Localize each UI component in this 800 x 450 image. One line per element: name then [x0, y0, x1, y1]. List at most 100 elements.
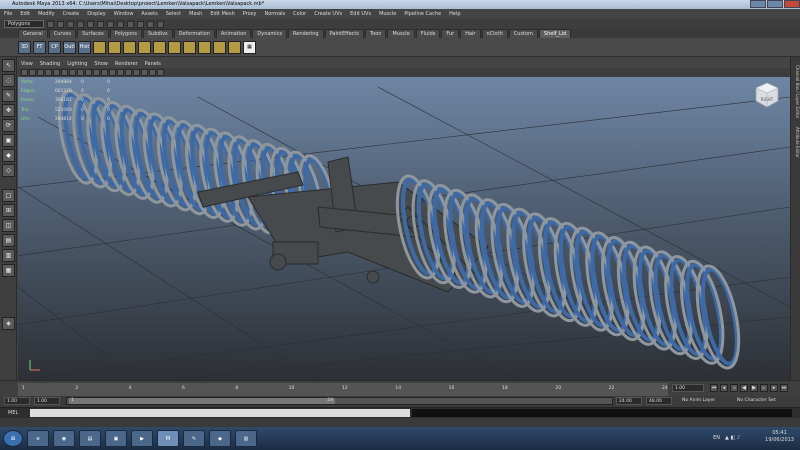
anim-layer-select[interactable]: No Anim Layer — [680, 397, 730, 405]
shelf-tab-rendering[interactable]: Rendering — [288, 29, 324, 38]
shelf-tool-icon[interactable] — [198, 40, 211, 54]
checker-icon[interactable]: ▦ — [243, 40, 256, 54]
viewcube[interactable]: RIGHT — [754, 81, 780, 109]
ipr-render-icon[interactable] — [147, 20, 154, 28]
shelf-tab-shelf_lid[interactable]: Shelf_Lid — [538, 29, 572, 38]
explorer-icon[interactable]: ▤ — [79, 430, 101, 447]
shelf-tool-icon[interactable] — [183, 40, 196, 54]
shelf-icon-3d[interactable]: 3D — [18, 40, 31, 54]
shelf-icon-history[interactable]: Hist — [78, 40, 91, 54]
anim-start-field[interactable]: 1.00 — [4, 397, 30, 405]
shelf-tool-icon[interactable] — [108, 40, 121, 54]
playback-start-field[interactable]: 1.00 — [34, 397, 60, 405]
shelf-tool-icon[interactable] — [228, 40, 241, 54]
last-tool-icon[interactable]: ◇ — [2, 164, 15, 177]
rotate-tool-icon[interactable]: ⟳ — [2, 119, 15, 132]
layout-hypershade-icon[interactable]: ▦ — [2, 264, 15, 277]
mode-select[interactable]: Polygons — [4, 20, 44, 28]
shelf-tab-dynamics[interactable]: Dynamics — [252, 29, 288, 38]
manipulator-icon[interactable]: ◆ — [2, 149, 15, 162]
menu-normals[interactable]: Normals — [264, 11, 285, 17]
command-input[interactable] — [30, 409, 410, 417]
shelf-tab-fluids[interactable]: Fluids — [415, 29, 441, 38]
safe-action-icon[interactable] — [85, 69, 92, 76]
menu-display[interactable]: Display — [87, 11, 105, 17]
shelf-tool-icon[interactable] — [153, 40, 166, 54]
isolate-select-icon[interactable] — [157, 69, 164, 76]
shelf-tab-curves[interactable]: Curves — [48, 29, 77, 38]
shelf-icon-outliner[interactable]: Outl — [63, 40, 76, 54]
snap-point-icon[interactable] — [127, 20, 134, 28]
render-icon[interactable] — [137, 20, 144, 28]
anim-end-field[interactable]: 48.00 — [646, 397, 672, 405]
smooth-shade-icon[interactable] — [101, 69, 108, 76]
snap-grid-icon[interactable] — [107, 20, 114, 28]
shelf-tool-icon[interactable] — [93, 40, 106, 54]
shelf-tab-polygons[interactable]: Polygons — [109, 29, 142, 38]
step-forward-icon[interactable]: ▸ — [770, 384, 778, 392]
menu-proxy[interactable]: Proxy — [243, 11, 257, 17]
viewport-3d[interactable]: Verts: 294984 0 0 Edges: 601376 0 0 Faces: 308181… — [18, 77, 790, 380]
panel-menu-panels[interactable]: Panels — [145, 61, 161, 68]
range-thumb[interactable]: 1 24 — [69, 398, 335, 404]
xray-joints-icon[interactable] — [149, 69, 156, 76]
film-gate-icon[interactable] — [61, 69, 68, 76]
menu-edit[interactable]: Edit — [20, 11, 30, 17]
start-button[interactable]: ⊞ — [3, 430, 23, 447]
shelf-tab-subdivs[interactable]: Subdivs — [143, 29, 173, 38]
media-icon[interactable]: ▶ — [131, 430, 153, 447]
open-scene-icon[interactable] — [57, 20, 64, 28]
shelf-tool-icon[interactable] — [123, 40, 136, 54]
shelf-tab-custom[interactable]: Custom — [508, 29, 538, 38]
render-settings-icon[interactable] — [157, 20, 164, 28]
lasso-tool-icon[interactable]: ◌ — [2, 74, 15, 87]
shelf-icon-ft[interactable]: FT — [33, 40, 46, 54]
shelf-tab-painteffects[interactable]: PaintEffects — [324, 29, 364, 38]
play-back-icon[interactable]: ◀ — [740, 384, 748, 392]
panel-menu-lighting[interactable]: Lighting — [67, 61, 87, 68]
app-icon[interactable]: ◆ — [209, 430, 231, 447]
range-track[interactable]: 1 24 — [66, 397, 613, 405]
menu-color[interactable]: Color — [293, 11, 306, 17]
panel-menu-view[interactable]: View — [21, 61, 33, 68]
character-set-select[interactable]: No Character Set — [735, 397, 795, 405]
paint-select-icon[interactable]: ✎ — [2, 89, 15, 102]
language-indicator[interactable]: EN — [713, 435, 720, 441]
menu-edit-uvs[interactable]: Edit UVs — [350, 11, 371, 17]
menu-pipeline-cache[interactable]: Pipeline Cache — [404, 11, 441, 17]
textured-icon[interactable] — [117, 69, 124, 76]
lights-icon[interactable] — [125, 69, 132, 76]
layout-single-icon[interactable]: □ — [2, 189, 15, 202]
documents-icon[interactable]: ▥ — [235, 430, 257, 447]
mel-label[interactable]: MEL — [8, 410, 18, 416]
layout-graph-icon[interactable]: ▥ — [2, 249, 15, 262]
select-hierarchy-icon[interactable] — [77, 20, 84, 28]
channel-box-tab[interactable]: Channel Box / Layer Editor — [792, 65, 800, 118]
shadows-icon[interactable] — [133, 69, 140, 76]
panel-menu-shading[interactable]: Shading — [40, 61, 60, 68]
shelf-tool-icon[interactable] — [168, 40, 181, 54]
move-tool-icon[interactable]: ✥ — [2, 104, 15, 117]
menu-assets[interactable]: Assets — [141, 11, 157, 17]
minimize-button[interactable] — [750, 0, 766, 8]
resolution-gate-icon[interactable] — [69, 69, 76, 76]
new-scene-icon[interactable] — [47, 20, 54, 28]
menu-select[interactable]: Select — [166, 11, 181, 17]
shelf-icon-cp[interactable]: CP — [48, 40, 61, 54]
shelf-tab-fur[interactable]: Fur — [441, 29, 460, 38]
panel-menu-renderer[interactable]: Renderer — [115, 61, 138, 68]
shelf-tab-animation[interactable]: Animation — [215, 29, 252, 38]
playback-end-field[interactable]: 24.00 — [616, 397, 642, 405]
shelf-tool-icon[interactable] — [213, 40, 226, 54]
time-slider[interactable]: 1 2 4 6 8 10 12 14 16 18 20 22 24 1.00 ⏮ ◂ ◃ ◀ ▶ ▹ ▸… — [0, 380, 800, 396]
select-tool-icon[interactable]: ↖ — [2, 59, 15, 72]
shelf-tab-general[interactable]: General — [18, 29, 48, 38]
menu-window[interactable]: Window — [114, 11, 134, 17]
shelf-tab-ncloth[interactable]: nCloth — [481, 29, 508, 38]
camera-attr-icon[interactable] — [29, 69, 36, 76]
image-plane-icon[interactable] — [45, 69, 52, 76]
shelf-tab-toon[interactable]: Toon — [364, 29, 387, 38]
step-forward-key-icon[interactable]: ▹ — [760, 384, 768, 392]
maximize-button[interactable] — [767, 0, 783, 8]
gate-mask-icon[interactable] — [77, 69, 84, 76]
